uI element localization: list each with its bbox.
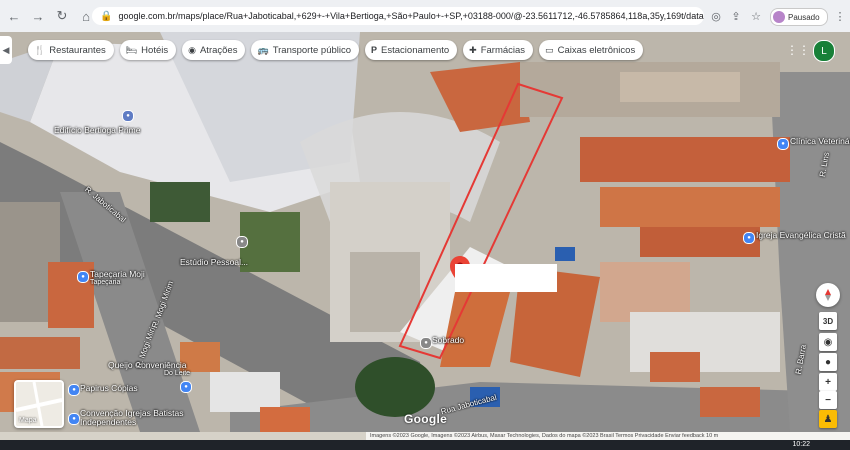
- poi-pin-icon[interactable]: ●: [77, 271, 89, 283]
- reload-icon[interactable]: ↻: [52, 6, 72, 26]
- share-icon[interactable]: ⇪: [728, 8, 744, 24]
- poi-label[interactable]: Estúdio Pessoal...: [180, 257, 248, 267]
- chip-parking[interactable]: P Estacionamento: [365, 40, 458, 60]
- chip-public-transport[interactable]: 🚌 Transporte público: [251, 40, 360, 60]
- poi-pin-icon[interactable]: ●: [68, 413, 80, 425]
- selected-place-label-overlay: [455, 264, 557, 292]
- pegman-icon[interactable]: ●: [819, 353, 837, 371]
- paused-label: Pausado: [788, 12, 820, 22]
- poi-label[interactable]: Tapeçaria Moji: [90, 269, 145, 279]
- poi-pin-icon[interactable]: ●: [743, 232, 755, 244]
- poi-label[interactable]: Edifício Bertioga Prime: [54, 125, 140, 135]
- zoom-out-button[interactable]: −: [819, 391, 837, 409]
- chip-hotels[interactable]: 🛏 Hotéis: [119, 40, 177, 60]
- poi-label[interactable]: Queijo Conveniência: [108, 360, 186, 370]
- chip-atms[interactable]: ▭ Caixas eletrônicos: [539, 40, 644, 60]
- forward-icon[interactable]: →: [28, 6, 48, 26]
- star-icon[interactable]: ☆: [748, 8, 764, 24]
- location-icon[interactable]: ◎: [708, 8, 724, 24]
- poi-pin-icon[interactable]: ●: [122, 110, 134, 122]
- street-view-icon[interactable]: ♟: [819, 410, 837, 428]
- poi-sublabel: Do Leite: [164, 370, 191, 377]
- account-avatar[interactable]: L: [813, 40, 835, 62]
- poi-pin-icon[interactable]: ●: [777, 138, 789, 150]
- category-chips: 🍴 Restaurantes 🛏 Hotéis ◉ Atrações 🚌 Transpo…: [28, 40, 644, 60]
- menu-icon[interactable]: ⋮: [832, 8, 848, 24]
- tilt-3d-button[interactable]: 3D: [819, 312, 837, 330]
- pharmacy-icon: ✚: [469, 44, 477, 55]
- url-text: google.com.br/maps/place/Rua+Jaboticabal…: [118, 11, 704, 21]
- camera-icon: ◉: [188, 44, 196, 55]
- avatar: [773, 11, 785, 23]
- google-logo: Google: [404, 412, 448, 426]
- compass-button[interactable]: [816, 283, 840, 307]
- lock-icon: 🔒: [100, 10, 113, 22]
- poi-pin-icon[interactable]: ●: [420, 337, 432, 349]
- compass-icon: [825, 289, 831, 301]
- chip-restaurants[interactable]: 🍴 Restaurantes: [28, 40, 114, 60]
- bus-icon: 🚌: [257, 44, 269, 55]
- map-attribution: Imagens ©2023 Google, Imagens ©2023 Airb…: [366, 432, 850, 440]
- bed-icon: 🛏: [125, 44, 138, 55]
- poi-label[interactable]: Clínica Veterinária...: [790, 136, 850, 146]
- poi-label[interactable]: Papirus Cópias: [80, 383, 138, 393]
- atm-icon: ▭: [545, 44, 554, 55]
- poi-pin-icon[interactable]: ●: [68, 384, 80, 396]
- satellite-map[interactable]: [0, 32, 850, 432]
- os-taskbar: 10:22: [0, 440, 850, 450]
- chip-attractions[interactable]: ◉ Atrações: [182, 40, 246, 60]
- chip-pharmacies[interactable]: ✚ Farmácias: [463, 40, 534, 60]
- poi-label[interactable]: Convenção Igrejas Batistas Independentes: [80, 409, 200, 427]
- poi-pin-icon[interactable]: ●: [236, 236, 248, 248]
- utensils-icon: 🍴: [34, 44, 46, 55]
- poi-label[interactable]: Sobrado: [432, 335, 464, 345]
- location-icon[interactable]: ◉: [819, 333, 837, 351]
- poi-sublabel: Tapeçaria: [90, 279, 121, 286]
- collapse-panel-button[interactable]: ◀: [0, 36, 12, 64]
- taskbar-clock: 10:22: [792, 441, 810, 448]
- parking-icon: P: [371, 45, 378, 55]
- poi-label[interactable]: Igreja Evangélica Cristã: [756, 230, 846, 240]
- google-apps-icon[interactable]: ⋮⋮: [786, 43, 810, 57]
- address-bar[interactable]: 🔒 google.com.br/maps/place/Rua+Jaboticab…: [92, 7, 704, 25]
- zoom-in-button[interactable]: +: [819, 373, 837, 391]
- layers-toggle-button[interactable]: Mapa: [14, 380, 64, 428]
- layers-label: Mapa: [19, 417, 37, 424]
- back-icon[interactable]: ←: [4, 6, 24, 26]
- profile-paused-button[interactable]: Pausado: [770, 8, 828, 26]
- poi-pin-icon[interactable]: ●: [180, 381, 192, 393]
- satellite-imagery: [0, 32, 850, 432]
